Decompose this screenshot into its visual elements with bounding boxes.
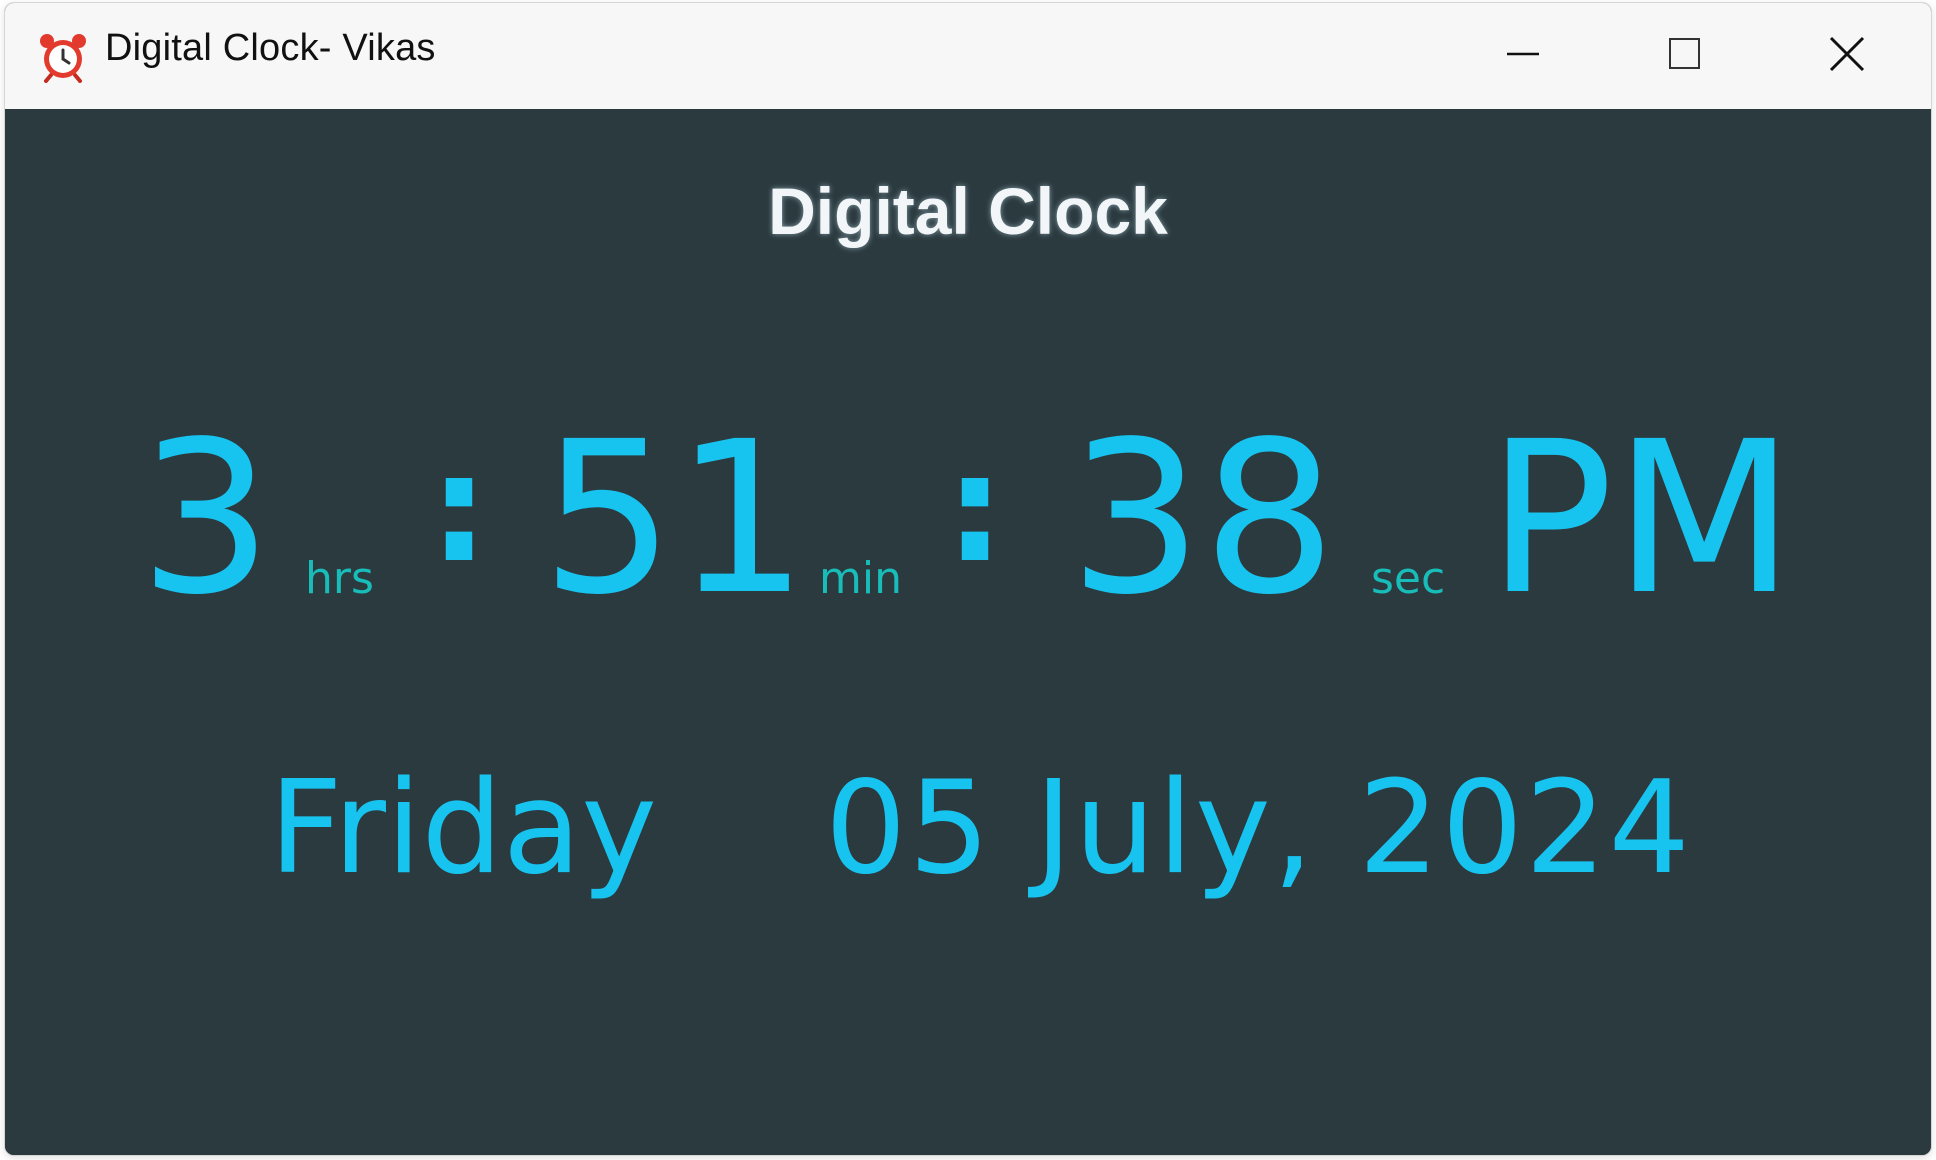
seconds-unit-label: sec (1371, 553, 1446, 604)
clock-panel: Digital Clock 3 hrs : 51 min : 38 sec PM… (5, 109, 1931, 1155)
clock-heading: Digital Clock (768, 174, 1168, 248)
minimize-icon (1505, 36, 1541, 76)
date-display: Friday 05 July, 2024 (5, 749, 1931, 909)
close-icon (1827, 34, 1867, 78)
minimize-button[interactable] (1443, 3, 1603, 109)
minutes-unit-label: min (819, 553, 902, 604)
time-separator: : (429, 422, 489, 596)
day-label: Friday (269, 754, 657, 903)
hours-unit-label: hrs (305, 553, 374, 604)
meridiem-value: PM (1487, 396, 1795, 641)
maximize-button[interactable] (1605, 3, 1765, 109)
seconds-value: 38 (1069, 396, 1337, 641)
close-button[interactable] (1767, 3, 1927, 109)
time-separator: : (945, 422, 1005, 596)
window-title: Digital Clock- Vikas (105, 27, 436, 69)
time-display: 3 hrs : 51 min : 38 sec PM (5, 399, 1931, 639)
hours-value: 3 (139, 396, 273, 641)
minutes-value: 51 (541, 396, 809, 641)
alarm-clock-icon (37, 31, 89, 83)
app-window: Digital Clock- Vikas Digital Clock 3 hrs… (4, 2, 1932, 1156)
date-label: 05 July, 2024 (825, 754, 1692, 903)
title-bar[interactable]: Digital Clock- Vikas (5, 3, 1931, 110)
maximize-icon (1667, 36, 1703, 76)
